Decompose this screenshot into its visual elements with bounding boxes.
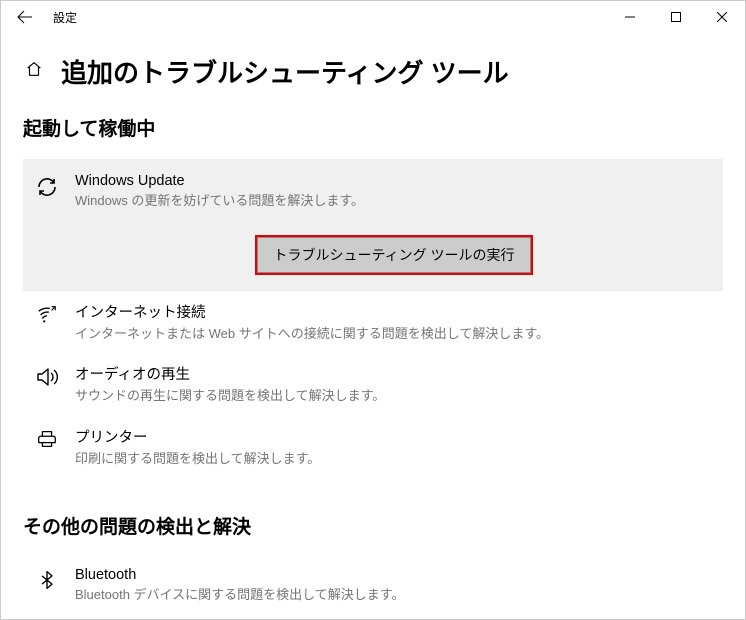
item-title: Windows Update xyxy=(75,173,713,189)
content: 起動して稼働中 Windows Update Windows の更新を妨げている… xyxy=(1,114,745,615)
item-desc: Windows の更新を妨げている問題を解決します。 xyxy=(75,191,713,211)
wifi-icon xyxy=(33,301,61,344)
window-controls xyxy=(607,1,745,33)
item-body: Windows Update Windows の更新を妨げている問題を解決します… xyxy=(75,173,713,275)
back-button[interactable] xyxy=(9,1,41,33)
item-title: Bluetooth xyxy=(75,567,713,583)
item-desc: インターネットまたは Web サイトへの接続に関する問題を検出して解決します。 xyxy=(75,324,713,344)
sync-icon xyxy=(33,173,61,275)
bluetooth-icon xyxy=(33,567,61,605)
troubleshooter-item-printer[interactable]: プリンター 印刷に関する問題を検出して解決します。 xyxy=(23,416,723,479)
page-title: 追加のトラブルシューティング ツール xyxy=(61,53,509,90)
back-arrow-icon xyxy=(17,9,33,25)
close-button[interactable] xyxy=(699,1,745,33)
home-icon[interactable] xyxy=(25,60,43,83)
titlebar-left: 設定 xyxy=(9,1,77,33)
item-desc: Bluetooth デバイスに関する問題を検出して解決します。 xyxy=(75,585,713,605)
troubleshooter-item-bluetooth[interactable]: Bluetooth Bluetooth デバイスに関する問題を検出して解決します… xyxy=(23,557,723,615)
troubleshooter-item-internet[interactable]: インターネット接続 インターネットまたは Web サイトへの接続に関する問題を検… xyxy=(23,291,723,354)
maximize-icon xyxy=(671,12,681,22)
item-title: オーディオの再生 xyxy=(75,363,713,384)
item-body: インターネット接続 インターネットまたは Web サイトへの接続に関する問題を検… xyxy=(75,301,713,344)
section-title-other: その他の問題の検出と解決 xyxy=(23,512,723,539)
item-title: インターネット接続 xyxy=(75,301,713,322)
item-body: Bluetooth Bluetooth デバイスに関する問題を検出して解決します… xyxy=(75,567,713,605)
window-title: 設定 xyxy=(53,9,77,26)
run-button-wrap: トラブルシューティング ツールの実行 xyxy=(75,235,713,275)
section-title-running: 起動して稼働中 xyxy=(23,114,723,141)
minimize-button[interactable] xyxy=(607,1,653,33)
run-troubleshooter-button[interactable]: トラブルシューティング ツールの実行 xyxy=(255,235,532,275)
speaker-icon xyxy=(33,363,61,406)
printer-icon xyxy=(33,426,61,469)
maximize-button[interactable] xyxy=(653,1,699,33)
troubleshooter-item-audio[interactable]: オーディオの再生 サウンドの再生に関する問題を検出して解決します。 xyxy=(23,353,723,416)
item-desc: サウンドの再生に関する問題を検出して解決します。 xyxy=(75,386,713,406)
item-body: オーディオの再生 サウンドの再生に関する問題を検出して解決します。 xyxy=(75,363,713,406)
item-body: プリンター 印刷に関する問題を検出して解決します。 xyxy=(75,426,713,469)
item-title: プリンター xyxy=(75,426,713,447)
titlebar: 設定 xyxy=(1,1,745,33)
minimize-icon xyxy=(625,12,635,22)
close-icon xyxy=(717,12,727,22)
item-desc: 印刷に関する問題を検出して解決します。 xyxy=(75,449,713,469)
troubleshooter-item-windows-update[interactable]: Windows Update Windows の更新を妨げている問題を解決します… xyxy=(23,159,723,291)
page-header: 追加のトラブルシューティング ツール xyxy=(1,33,745,114)
